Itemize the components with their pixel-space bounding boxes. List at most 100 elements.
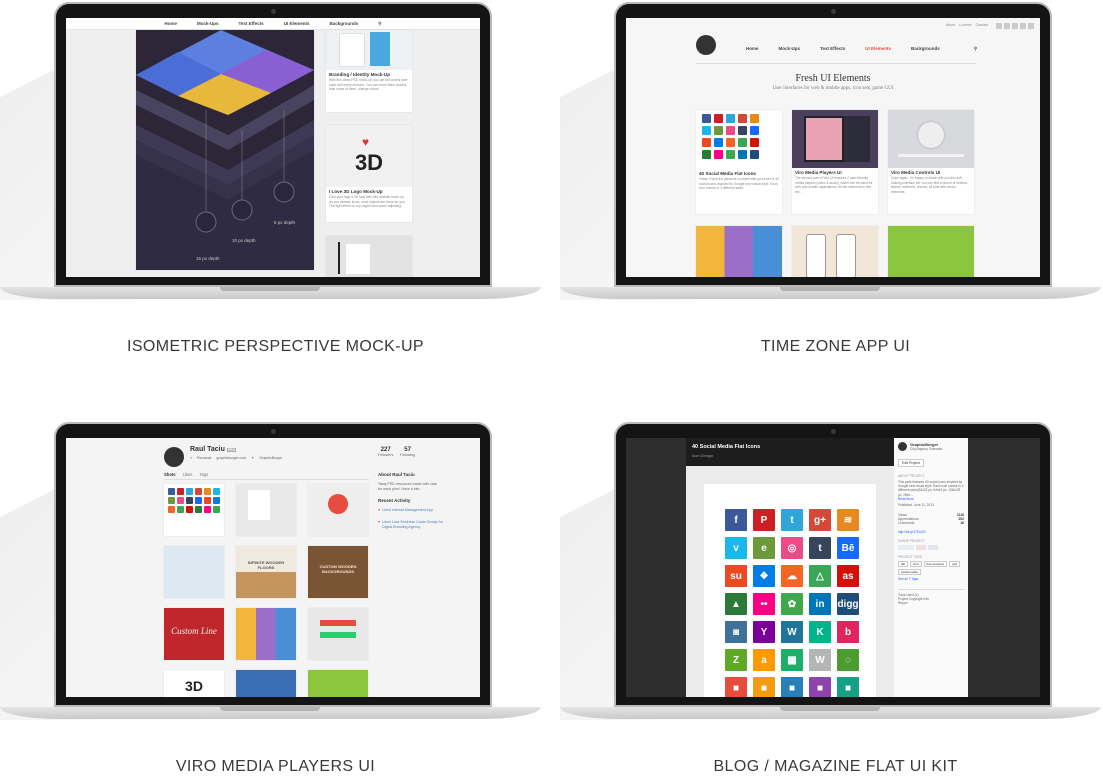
nav-ui-elements[interactable]: UI Elements [284, 21, 310, 26]
social-icon[interactable]: ■ [837, 677, 859, 697]
avatar[interactable] [164, 447, 184, 467]
shot-ui-kit[interactable] [308, 608, 368, 660]
card-title[interactable]: Branding / Identity Mock-Up [326, 70, 412, 77]
tag[interactable]: flat [898, 560, 909, 567]
nav-backgrounds[interactable]: Backgrounds [911, 46, 940, 52]
card-branding[interactable]: Branding / Identity Mock-Up With this cl… [326, 30, 412, 112]
card-title[interactable]: I Love 3D Logo Mock-Up [326, 187, 412, 194]
social-icon[interactable]: ◌ [837, 649, 859, 671]
card-media-controls[interactable]: Viro Media Controls UI Once again, I'm h… [888, 110, 974, 214]
card-title[interactable]: 40 Social Media Flat Icons [696, 169, 782, 176]
card-timezone[interactable] [696, 226, 782, 277]
social-icon[interactable]: ■ [781, 677, 803, 697]
social-icon[interactable]: •• [753, 593, 775, 615]
social-icon[interactable]: P [753, 509, 775, 531]
shot-3d-logo[interactable]: 3D [164, 670, 224, 697]
profile-twitter[interactable]: GraphicBurger [259, 456, 282, 460]
social-icon[interactable]: e [753, 537, 775, 559]
like-button[interactable] [928, 544, 938, 550]
nav-backgrounds[interactable]: Backgrounds [329, 21, 358, 26]
shot-social-icons[interactable] [164, 484, 224, 536]
social-icon[interactable]: ▦ [781, 649, 803, 671]
rss-icon[interactable] [1028, 23, 1034, 29]
edit-project-button[interactable]: Edit Project [898, 459, 924, 467]
social-icon[interactable]: W [781, 621, 803, 643]
social-icon[interactable]: as [837, 565, 859, 587]
nav-text-effects[interactable]: Text Effects [239, 21, 264, 26]
social-icon[interactable]: f [725, 509, 747, 531]
nav-home[interactable]: Home [746, 46, 759, 52]
stat-following[interactable]: 57 Following [400, 447, 415, 457]
project-link[interactable]: http://bit.ly/17EnZ2t [898, 530, 964, 534]
nav-text-effects[interactable]: Text Effects [820, 46, 845, 52]
isometric-image[interactable]: 15 px depth 10 px depth 5 px depth [136, 30, 314, 270]
see-all-tags-link[interactable]: See all 7 Tags [898, 577, 964, 581]
card-social-icons[interactable]: 40 Social Media Flat Icons Today I have … [696, 110, 782, 214]
nav-mockups[interactable]: Mock-Ups [779, 46, 801, 52]
shot-phone-ui[interactable] [164, 546, 224, 598]
social-icon[interactable]: g+ [809, 509, 831, 531]
tweet-button[interactable] [898, 544, 914, 550]
link-contact[interactable]: Contact [976, 23, 988, 29]
social-icon[interactable]: ■ [725, 677, 747, 697]
author-row[interactable]: GraphicBurger Cluj-Napoca, Romania [898, 442, 964, 451]
twitter-icon[interactable] [1004, 23, 1010, 29]
tab-shots[interactable]: Shots [164, 472, 176, 477]
shot-flat-icons[interactable] [308, 670, 368, 697]
card-flat-icons[interactable] [888, 226, 974, 277]
social-icon[interactable]: ▲ [725, 593, 747, 615]
social-icon[interactable]: ◎ [781, 537, 803, 559]
shot-wooden-floors[interactable]: INFINITE WOODEN FLOORS [236, 546, 296, 598]
nav-mockups[interactable]: Mock-Ups [197, 21, 219, 26]
social-icon[interactable]: v [725, 537, 747, 559]
search-icon[interactable]: ⚲ [974, 46, 977, 52]
card-media-players[interactable]: Viro Media Players UI The second part of… [792, 110, 878, 214]
shot-branding[interactable] [236, 484, 296, 536]
social-icon[interactable]: ■ [753, 677, 775, 697]
social-icon[interactable]: b [837, 621, 859, 643]
social-icon[interactable]: ■ [809, 677, 831, 697]
social-icon[interactable]: ≋ [837, 509, 859, 531]
card-phone-app[interactable] [792, 226, 878, 277]
pinterest-icon[interactable] [1020, 23, 1026, 29]
tag[interactable]: icon [910, 560, 922, 567]
tag[interactable]: psd [949, 560, 961, 567]
shot-wooden-backgrounds[interactable]: CUSTOM WOODEN BACKGROUNDS [308, 546, 368, 598]
social-icon[interactable]: digg [837, 593, 859, 615]
social-icon[interactable]: t [781, 509, 803, 531]
tag[interactable]: social media [898, 568, 921, 575]
gplus-icon[interactable] [1012, 23, 1018, 29]
shot-web-layout[interactable] [236, 670, 296, 697]
social-icon[interactable]: ✿ [781, 593, 803, 615]
tab-likes[interactable]: Likes [183, 472, 193, 477]
card-3d-logo[interactable]: ♥ 3D I Love 3D Logo Mock-Up Give your lo… [326, 125, 412, 222]
social-icon[interactable]: Bē [837, 537, 859, 559]
site-logo[interactable] [696, 35, 716, 55]
recent-item-2[interactable]: ♥ Liked Luxe Business Cards Design for D… [378, 520, 444, 529]
stat-followers[interactable]: 227 Followers [378, 447, 393, 457]
social-icon[interactable]: W [809, 649, 831, 671]
social-icon[interactable]: Z [725, 649, 747, 671]
nav-home[interactable]: Home [164, 21, 177, 26]
social-icon[interactable]: ❖ [753, 565, 775, 587]
social-icon[interactable]: a [753, 649, 775, 671]
social-icon[interactable]: K [809, 621, 831, 643]
social-icon[interactable]: ☁ [781, 565, 803, 587]
tag[interactable]: free resource [923, 560, 948, 567]
tab-tags[interactable]: Tags [199, 472, 208, 477]
facebook-icon[interactable] [996, 23, 1002, 29]
read-more-link[interactable]: Read More [898, 497, 964, 501]
social-icon[interactable]: ◙ [725, 621, 747, 643]
nav-ui-elements[interactable]: UI Elements [865, 46, 891, 52]
report-link[interactable]: Report [898, 601, 964, 605]
link-about[interactable]: About [946, 23, 955, 29]
social-icon[interactable]: t [809, 537, 831, 559]
link-license[interactable]: License [959, 23, 971, 29]
social-icon[interactable]: △ [809, 565, 831, 587]
pin-button[interactable] [916, 544, 926, 550]
shot-custom-line[interactable]: Custom Line [164, 608, 224, 660]
card-stationery[interactable] [326, 236, 412, 277]
profile-email[interactable]: graphicburger.com [216, 456, 246, 460]
card-title[interactable]: Viro Media Controls UI [888, 168, 974, 175]
card-title[interactable]: Viro Media Players UI [792, 168, 878, 175]
